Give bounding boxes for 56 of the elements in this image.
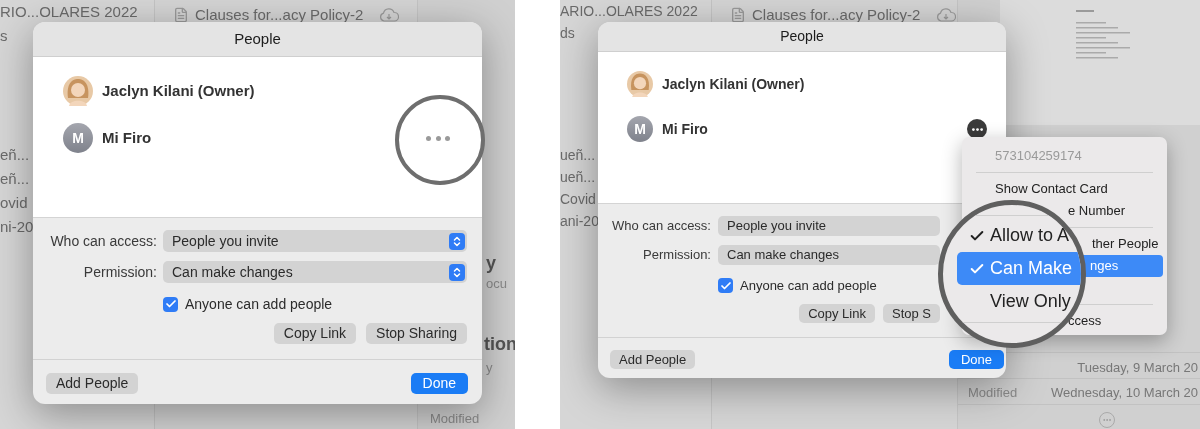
sidebar-item[interactable]: ARIO...OLARES 2022 bbox=[560, 0, 711, 22]
add-people-button[interactable]: Add People bbox=[46, 373, 139, 394]
person-name: Mi Firo bbox=[102, 127, 153, 148]
zoomed-item-label: View Only bbox=[990, 290, 1071, 313]
document-icon bbox=[730, 7, 746, 23]
field-label: Permission: bbox=[642, 246, 711, 265]
info-text: Tuesday, 9 March 20 bbox=[1077, 359, 1198, 377]
field-label: Who can access: bbox=[49, 231, 157, 251]
popup-select[interactable]: People you invite bbox=[718, 216, 940, 236]
zoomed-menu-item[interactable]: View Only bbox=[957, 285, 1081, 318]
more-button[interactable] bbox=[967, 119, 987, 139]
avatar-figure bbox=[63, 76, 93, 106]
person-name: Mi Firo bbox=[662, 119, 709, 139]
cloud-download-icon bbox=[936, 8, 957, 22]
done-button[interactable]: Done bbox=[948, 350, 1004, 369]
file-name[interactable]: Clauses for...acy Policy-2 bbox=[752, 3, 921, 27]
more-icon bbox=[971, 127, 983, 131]
info-text: Modified bbox=[968, 384, 1018, 402]
popup-select[interactable]: Can make changes bbox=[163, 261, 467, 283]
person-name: Jaclyn Kilani (Owner) bbox=[662, 74, 806, 94]
info-text: Modified bbox=[430, 410, 480, 428]
dialog-title: People bbox=[234, 28, 281, 49]
avatar-initials: M bbox=[627, 116, 653, 142]
dialog-button[interactable]: Stop Sharing bbox=[366, 323, 467, 344]
dialog-button[interactable]: Stop S bbox=[882, 304, 940, 323]
stepper-icon bbox=[449, 232, 465, 250]
field-label: Who can access: bbox=[611, 217, 711, 236]
stepper-icon bbox=[449, 263, 465, 281]
document-icon bbox=[173, 7, 189, 23]
checkbox-label: Anyone can add people bbox=[740, 276, 877, 295]
avatar-initials: M bbox=[63, 123, 93, 153]
phone-number: 573104259174 bbox=[994, 147, 1083, 166]
cloud-download-icon bbox=[379, 8, 400, 22]
info-text: y bbox=[486, 359, 493, 377]
dialog-button[interactable]: Copy Link bbox=[273, 323, 357, 344]
sidebar-item[interactable]: RIO...OLARES 2022 bbox=[0, 0, 154, 24]
info-text: ocu bbox=[486, 275, 507, 293]
dialog-title: People bbox=[780, 27, 824, 46]
info-heading: y bbox=[486, 252, 496, 275]
checkbox[interactable] bbox=[718, 278, 733, 293]
popup-select[interactable]: People you invite bbox=[163, 230, 467, 252]
checkbox[interactable] bbox=[163, 296, 178, 312]
file-name[interactable]: Clauses for...acy Policy-2 bbox=[195, 3, 364, 27]
done-button[interactable]: Done bbox=[410, 373, 468, 394]
add-people-button[interactable]: Add People bbox=[610, 350, 696, 369]
zoomed-menu-item[interactable]: Allow to A bbox=[957, 219, 1081, 252]
checkbox-label: Anyone can add people bbox=[185, 294, 333, 314]
field-label: Permission: bbox=[82, 262, 157, 282]
menu-item[interactable]: Show Contact Card bbox=[966, 178, 1163, 200]
zoomed-item-label: Allow to A bbox=[990, 224, 1070, 247]
avatar-figure bbox=[627, 71, 653, 97]
popup-select[interactable]: Can make changes bbox=[718, 245, 940, 265]
dialog-button[interactable]: Copy Link bbox=[799, 304, 875, 323]
zoomed-item-label: Can Make bbox=[990, 257, 1073, 280]
info-text: Wednesday, 10 March 20 bbox=[1051, 384, 1198, 402]
person-name: Jaclyn Kilani (Owner) bbox=[102, 80, 256, 101]
